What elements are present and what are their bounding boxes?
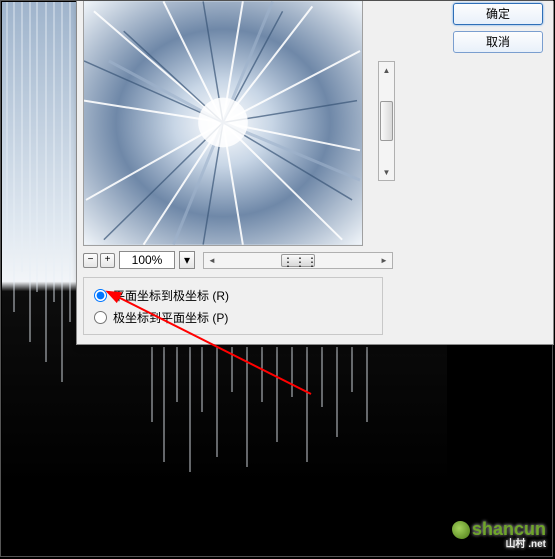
ok-button[interactable]: 确定 [453, 3, 543, 25]
vscroll-thumb[interactable] [380, 101, 393, 141]
scroll-down-icon[interactable]: ▼ [379, 164, 394, 180]
scroll-up-icon[interactable]: ▲ [379, 62, 394, 78]
preview-hscrollbar[interactable]: ◄ ⋮⋮⋮ ► [203, 252, 393, 269]
zoom-out-button[interactable]: − [83, 253, 98, 268]
option-label: 极坐标到平面坐标 (P) [113, 309, 228, 326]
zoom-value[interactable]: 100% [119, 251, 175, 269]
watermark: shancun 山村 .net [452, 519, 546, 550]
preview-image[interactable] [84, 1, 362, 245]
leaf-icon [452, 521, 470, 539]
conversion-options: 平面坐标到极坐标 (R) 极坐标到平面坐标 (P) [83, 277, 383, 335]
chevron-down-icon: ▾ [184, 253, 190, 267]
zoom-controls: − + 100% ▾ ◄ ⋮⋮⋮ ► [83, 249, 393, 271]
option-polar-to-rect[interactable]: 极坐标到平面坐标 (P) [94, 306, 372, 328]
screenshot-frame: − + 100% ▾ ◄ ⋮⋮⋮ ► ▲ ▼ 平面坐标到极坐标 (R) [0, 0, 553, 557]
polar-coordinates-dialog: − + 100% ▾ ◄ ⋮⋮⋮ ► ▲ ▼ 平面坐标到极坐标 (R) [76, 1, 554, 345]
watermark-sub: 山村 .net [452, 540, 546, 550]
cancel-button[interactable]: 取消 [453, 31, 543, 53]
scroll-left-icon[interactable]: ◄ [204, 253, 220, 268]
scroll-right-icon[interactable]: ► [376, 253, 392, 268]
hscroll-thumb[interactable]: ⋮⋮⋮ [281, 254, 315, 267]
radio-polar-to-rect[interactable] [94, 311, 107, 324]
radio-rect-to-polar[interactable] [94, 289, 107, 302]
zoom-in-button[interactable]: + [100, 253, 115, 268]
option-label: 平面坐标到极坐标 (R) [113, 287, 229, 304]
preview-vscrollbar[interactable]: ▲ ▼ [378, 61, 395, 181]
watermark-text: shancun [472, 519, 546, 539]
filter-preview [83, 1, 363, 246]
polar-burst-preview [84, 1, 362, 245]
zoom-dropdown[interactable]: ▾ [179, 251, 195, 269]
option-rect-to-polar[interactable]: 平面坐标到极坐标 (R) [94, 284, 372, 306]
